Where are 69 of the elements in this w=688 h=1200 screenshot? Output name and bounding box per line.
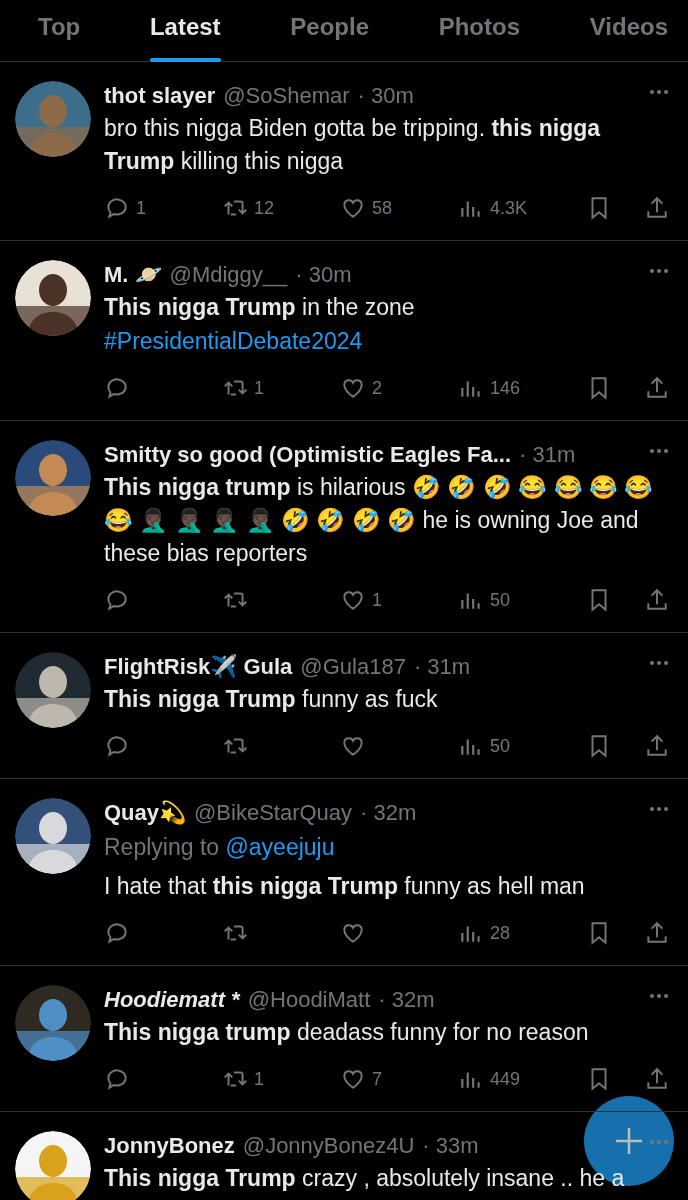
tab[interactable]: Top (38, 0, 81, 61)
like-button[interactable]: 2 (340, 375, 458, 401)
share-button[interactable] (644, 375, 670, 401)
tab[interactable]: People (290, 0, 369, 61)
user-handle[interactable]: @SoShemar (223, 81, 350, 111)
reply-context: Replying to @ayeejuju (104, 833, 336, 862)
user-name[interactable]: thot slayer (104, 81, 216, 111)
tweet-text: bro this nigga Biden gotta be tripping. this nigga Trump killing this nigga (104, 114, 602, 176)
views-button[interactable]: 146 (458, 375, 576, 401)
share-button[interactable] (644, 587, 670, 613)
user-name[interactable]: Smitty so good (Optimistic Eagles Fa... (104, 440, 512, 470)
timestamp: · 32m (378, 986, 435, 1014)
tweet-text: This nigga trump is hilarious 🤣 🤣 🤣 😂 😂 😂 😂 😂 🤦🏿‍♂ 🤦🏿‍♂ 🤦🏿‍♂ 🤦🏿‍♂ 🤣 🤣 🤣 🤣 he is owning Joe and these bias reporters (104, 473, 655, 568)
user-name[interactable]: FlightRisk✈ Gula (104, 652, 293, 682)
views-button[interactable]: 50 (458, 587, 576, 613)
timestamp: · 30m (295, 261, 352, 289)
like-button[interactable]: 58 (340, 195, 458, 221)
tab[interactable]: Videos (589, 0, 668, 61)
views-button[interactable]: 28 (458, 920, 576, 946)
user-handle[interactable]: @BikeStarQuay (194, 798, 353, 828)
timestamp: · 33m (422, 1132, 479, 1160)
reply-icon (104, 375, 130, 401)
tab[interactable]: Photos (438, 0, 521, 61)
share-icon (644, 587, 670, 613)
reply-icon (104, 733, 130, 759)
hashtag-link[interactable]: #PresidentialDebate2024 (104, 328, 363, 354)
user-name[interactable]: Hoodiematt * (104, 985, 240, 1015)
repost-button[interactable]: 1 (222, 1066, 340, 1092)
views-button[interactable]: 4.3K (458, 195, 576, 221)
reply-icon (104, 920, 130, 946)
tweet-text: This nigga Trump crazy , absolutely insane .. he a (104, 1164, 626, 1193)
user-name[interactable]: JonnyBonez (104, 1131, 235, 1161)
reply-icon (104, 195, 130, 221)
timestamp: · 31m (519, 441, 576, 469)
user-handle[interactable]: @Gula187 (300, 652, 406, 682)
reply-button[interactable]: 1 (104, 195, 222, 221)
share-button[interactable] (644, 733, 670, 759)
repost-button[interactable]: 12 (222, 195, 340, 221)
timestamp: · 31m (413, 653, 471, 681)
tweet-text: This nigga Trump in the zone (104, 293, 416, 322)
tab[interactable]: Latest (149, 0, 221, 61)
reply-icon (104, 1066, 130, 1092)
tweet-text: I hate that this nigga Trump funny as hell man (104, 872, 586, 901)
plus-icon (614, 1126, 644, 1156)
user-handle[interactable]: @JonnyBonez4U (242, 1131, 415, 1161)
mention-link[interactable]: @ayeejuju (225, 834, 335, 860)
tab-indicator (149, 58, 221, 62)
share-icon (644, 375, 670, 401)
tweet-text: This nigga Trump funny as fuck (104, 685, 439, 714)
user-name[interactable]: Quay💫 (104, 798, 187, 828)
share-button[interactable] (644, 1066, 670, 1092)
tweet-text: This nigga trump deadass funny for no reason (104, 1018, 590, 1047)
share-button[interactable] (644, 920, 670, 946)
user-handle[interactable]: @HoodiMatt (247, 985, 371, 1015)
timestamp: · 32m (360, 799, 417, 827)
views-button[interactable]: 50 (458, 733, 576, 759)
share-icon (644, 733, 670, 759)
user-handle[interactable]: @Mdiggy__ (169, 260, 288, 290)
share-icon (644, 920, 670, 946)
like-button[interactable]: 1 (340, 587, 458, 613)
views-button[interactable]: 449 (458, 1066, 576, 1092)
reply-icon (104, 587, 130, 613)
repost-button[interactable]: 1 (222, 375, 340, 401)
share-icon (644, 1066, 670, 1092)
share-icon (644, 195, 670, 221)
user-name[interactable]: M. 🪐 (104, 260, 162, 290)
timestamp: · 30m (357, 82, 414, 110)
like-button[interactable]: 7 (340, 1066, 458, 1092)
share-button[interactable] (644, 195, 670, 221)
